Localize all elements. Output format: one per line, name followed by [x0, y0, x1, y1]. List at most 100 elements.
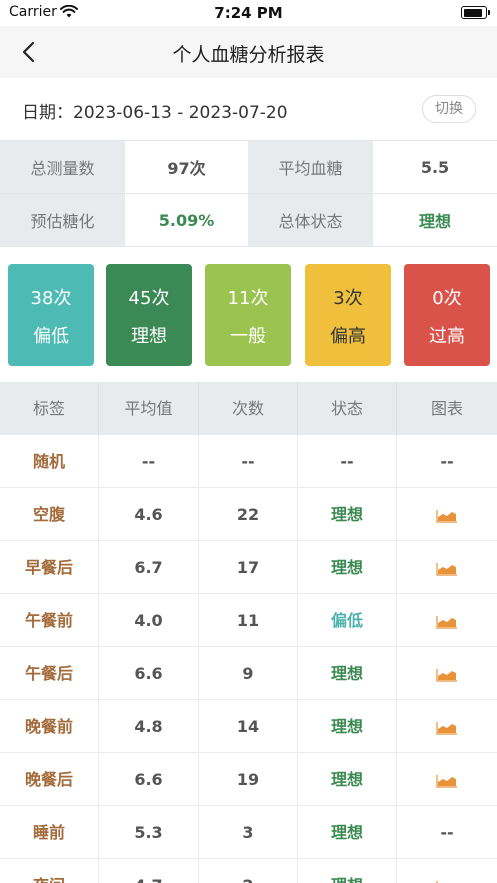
category-card-normal: 11次 一般	[205, 264, 291, 366]
area-chart-icon[interactable]	[436, 615, 458, 629]
clock: 7:24 PM	[214, 4, 283, 22]
area-chart-icon[interactable]	[436, 774, 458, 788]
area-chart-icon[interactable]	[436, 668, 458, 682]
page-title: 个人血糖分析报表	[172, 44, 325, 66]
estimated-a1c-label: 预估糖化	[0, 194, 125, 247]
row-status: 理想	[298, 700, 397, 753]
header-tag: 标签	[0, 382, 99, 435]
status-bar: Carrier 7:24 PM	[0, 0, 497, 26]
row-chart	[397, 647, 497, 700]
row-status: 理想	[298, 647, 397, 700]
category-label: 过高	[429, 326, 465, 347]
category-card-too-high: 0次 过高	[404, 264, 490, 366]
area-chart-icon[interactable]	[436, 509, 458, 523]
row-chart	[397, 594, 497, 647]
row-count: 3	[199, 806, 298, 859]
row-average: 6.7	[99, 541, 199, 594]
row-average: 4.8	[99, 700, 199, 753]
row-tag: 晚餐后	[0, 753, 99, 806]
row-chart	[397, 700, 497, 753]
row-tag: 午餐前	[0, 594, 99, 647]
row-chart	[397, 488, 497, 541]
category-cards: 38次 偏低 45次 理想 11次 一般 3次 偏高 0次 过高	[0, 264, 497, 366]
row-average: 4.7	[99, 859, 199, 883]
row-average: 6.6	[99, 647, 199, 700]
average-glucose-value: 5.5	[373, 141, 497, 194]
row-count: 22	[199, 488, 298, 541]
row-count: 17	[199, 541, 298, 594]
table-row: 夜间4.72理想	[0, 859, 497, 883]
area-chart-icon[interactable]	[436, 880, 458, 883]
summary-grid: 总测量数 97次 平均血糖 5.5 预估糖化 5.09% 总体状态 理想	[0, 140, 497, 247]
table-row: 午餐后 6.6 9 理想	[0, 647, 497, 700]
row-status: 理想	[298, 488, 397, 541]
row-tag: 空腹	[0, 488, 99, 541]
row-chart	[397, 541, 497, 594]
category-count: 38次	[30, 288, 72, 309]
category-label: 偏低	[33, 326, 69, 347]
area-chart-icon[interactable]	[436, 721, 458, 735]
row-tag: 晚餐前	[0, 700, 99, 753]
row-status: 理想	[298, 753, 397, 806]
table-row: 随机 -- -- -- --	[0, 435, 497, 488]
table-row: 午餐前 4.0 11 偏低	[0, 594, 497, 647]
row-chart	[397, 859, 497, 883]
row-chart	[397, 753, 497, 806]
row-average: 5.3	[99, 806, 199, 859]
row-tag: 早餐后	[0, 541, 99, 594]
category-count: 45次	[128, 288, 170, 309]
table-row: 早餐后 6.7 17 理想	[0, 541, 497, 594]
row-tag: 睡前	[0, 806, 99, 859]
overall-status-value: 理想	[373, 194, 497, 247]
category-card-high: 3次 偏高	[305, 264, 391, 366]
table-row: 晚餐前 4.8 14 理想	[0, 700, 497, 753]
row-average: 6.6	[99, 753, 199, 806]
row-average: 4.0	[99, 594, 199, 647]
row-count: 9	[199, 647, 298, 700]
row-tag: 夜间	[0, 859, 99, 883]
row-count: 2	[199, 859, 298, 883]
row-chart: --	[440, 452, 454, 471]
total-measurements-value: 97次	[125, 141, 248, 194]
category-label: 偏高	[330, 326, 366, 347]
row-chart: --	[440, 823, 454, 842]
date-range-row: 日期：2023-06-13 - 2023-07-20 切换	[0, 78, 497, 140]
row-average: 4.6	[99, 488, 199, 541]
row-status: --	[298, 435, 397, 488]
header-status: 状态	[298, 382, 397, 435]
table-row: 睡前 5.3 3 理想 --	[0, 806, 497, 859]
table-header: 标签 平均值 次数 状态 图表	[0, 382, 497, 435]
row-status: 理想	[298, 859, 397, 883]
row-count: --	[199, 435, 298, 488]
row-tag: 午餐后	[0, 647, 99, 700]
table-row: 空腹 4.6 22 理想	[0, 488, 497, 541]
header-average: 平均值	[99, 382, 199, 435]
overall-status-label: 总体状态	[248, 194, 373, 247]
header-chart: 图表	[430, 399, 463, 418]
table-row: 晚餐后 6.6 19 理想	[0, 753, 497, 806]
row-tag: 随机	[0, 435, 99, 488]
row-count: 14	[199, 700, 298, 753]
header-count: 次数	[199, 382, 298, 435]
battery-icon	[461, 6, 490, 19]
switch-date-button[interactable]: 切换	[422, 95, 476, 123]
total-measurements-label: 总测量数	[0, 141, 125, 194]
nav-bar: 个人血糖分析报表	[0, 26, 497, 78]
row-count: 11	[199, 594, 298, 647]
category-count: 0次	[432, 288, 462, 309]
row-count: 19	[199, 753, 298, 806]
category-card-low: 38次 偏低	[8, 264, 94, 366]
date-range-label: 日期：2023-06-13 - 2023-07-20	[22, 103, 288, 123]
category-label: 理想	[131, 326, 167, 347]
category-count: 3次	[333, 288, 363, 309]
category-card-ideal: 45次 理想	[106, 264, 192, 366]
row-average: --	[99, 435, 199, 488]
category-label: 一般	[230, 326, 266, 347]
row-status: 理想	[298, 806, 397, 859]
average-glucose-label: 平均血糖	[248, 141, 373, 194]
estimated-a1c-value: 5.09%	[125, 194, 248, 247]
row-status: 偏低	[298, 594, 397, 647]
area-chart-icon[interactable]	[436, 562, 458, 576]
row-status: 理想	[298, 541, 397, 594]
category-count: 11次	[227, 288, 269, 309]
